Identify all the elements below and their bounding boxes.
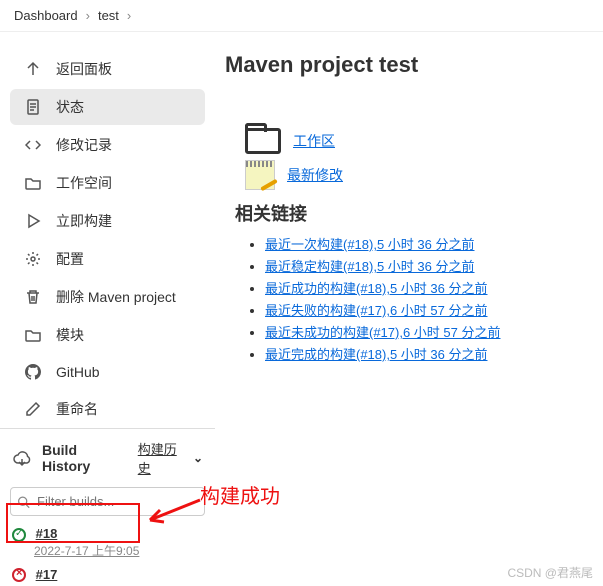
nav-label: 修改记录 [56, 135, 112, 155]
search-icon [17, 495, 30, 508]
permalink[interactable]: 最近未成功的构建(#17),6 小时 57 分之前 [265, 325, 501, 340]
build-number[interactable]: #18 [36, 526, 58, 541]
chevron-right-icon: › [86, 8, 90, 23]
build-date[interactable]: 2022-7-17 上午9:05 [34, 544, 139, 558]
status-fail-icon [12, 568, 26, 582]
arrow-up-icon [24, 60, 42, 78]
folder-icon [24, 174, 42, 192]
gear-icon [24, 250, 42, 268]
permalink[interactable]: 最近成功的构建(#18),5 小时 36 分之前 [265, 281, 488, 296]
nav-build-now[interactable]: 立即构建 [10, 203, 205, 239]
folder-large-icon [245, 128, 281, 154]
nav-configure[interactable]: 配置 [10, 241, 205, 277]
permalinks-list: 最近一次构建(#18),5 小时 36 分之前 最近稳定构建(#18),5 小时… [265, 234, 593, 363]
page-title: Maven project test [225, 52, 593, 78]
trash-icon [24, 288, 42, 306]
nav-label: 配置 [56, 249, 84, 269]
build-number[interactable]: #17 [36, 567, 58, 582]
nav-delete[interactable]: 删除 Maven project [10, 279, 205, 315]
breadcrumb-item[interactable]: test [98, 8, 119, 23]
permalink[interactable]: 最近完成的构建(#18),5 小时 36 分之前 [265, 347, 488, 362]
breadcrumb-item[interactable]: Dashboard [14, 8, 78, 23]
chevron-right-icon: › [127, 8, 131, 23]
build-row[interactable]: #17 [0, 563, 215, 586]
permalink[interactable]: 最近失败的构建(#17),6 小时 57 分之前 [265, 303, 488, 318]
nav-rename[interactable]: 重命名 [10, 391, 205, 427]
nav-label: 模块 [56, 325, 84, 345]
github-icon [24, 363, 42, 381]
permalink[interactable]: 最近一次构建(#18),5 小时 36 分之前 [265, 237, 475, 252]
build-history-title: Build History [42, 442, 118, 474]
annotation-text: 构建成功 [200, 480, 280, 509]
nav-status[interactable]: 状态 [10, 89, 205, 125]
nav-modules[interactable]: 模块 [10, 317, 205, 353]
nav-label: 状态 [56, 97, 84, 117]
nav-label: GitHub [56, 364, 100, 380]
code-icon [24, 136, 42, 154]
nav-label: 工作空间 [56, 173, 112, 193]
recent-changes-link[interactable]: 最新修改 [287, 165, 343, 185]
breadcrumb: Dashboard › test › [0, 0, 603, 32]
nav-label: 返回面板 [56, 59, 112, 79]
permalinks-heading: 相关链接 [235, 200, 593, 226]
nav-github[interactable]: GitHub [10, 355, 205, 389]
workspace-link[interactable]: 工作区 [293, 131, 335, 151]
folder-icon [24, 326, 42, 344]
nav-label: 删除 Maven project [56, 287, 176, 307]
chevron-down-icon[interactable]: ⌄ [193, 451, 203, 465]
document-icon [24, 98, 42, 116]
watermark: CSDN @君燕尾 [507, 564, 593, 581]
nav-back[interactable]: 返回面板 [10, 51, 205, 87]
notepad-icon [245, 160, 275, 190]
cloud-icon [12, 449, 32, 467]
permalink[interactable]: 最近稳定构建(#18),5 小时 36 分之前 [265, 259, 475, 274]
nav-changes[interactable]: 修改记录 [10, 127, 205, 163]
status-success-icon [12, 528, 26, 542]
nav-label: 立即构建 [56, 211, 112, 231]
nav-label: 重命名 [56, 399, 98, 419]
build-history-trend-link[interactable]: 构建历史 [138, 439, 183, 477]
play-icon [24, 212, 42, 230]
edit-icon [24, 400, 42, 418]
nav-workspace[interactable]: 工作空间 [10, 165, 205, 201]
